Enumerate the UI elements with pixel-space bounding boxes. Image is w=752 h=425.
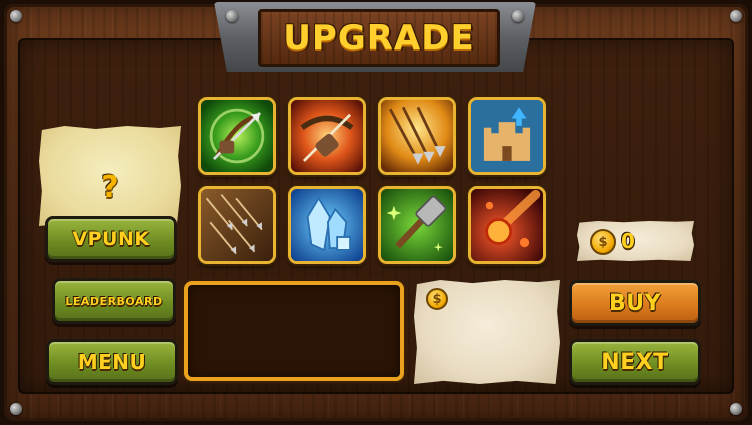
skill-slot-triple-arrow[interactable] (378, 97, 456, 175)
ice-crystal-icon (291, 189, 363, 261)
corner-bolt-icon (10, 403, 22, 415)
skill-slot-bow-shot[interactable] (198, 97, 276, 175)
title-bolt-icon (512, 10, 524, 22)
skill-description-box (184, 281, 404, 381)
next-button[interactable]: NEXT (569, 339, 701, 385)
leaderboard-button[interactable]: LEADERBOARD (52, 278, 176, 324)
skill-slot-ice-crystal[interactable] (288, 186, 366, 264)
arrow-rain-icon (201, 189, 273, 261)
corner-bolt-icon (10, 10, 22, 22)
corner-bolt-icon (730, 10, 742, 22)
vpunk-button[interactable]: VPUNK (45, 216, 177, 262)
menu-button-label: MENU (77, 350, 147, 374)
price-coin-icon: $ (426, 288, 448, 310)
skill-slot-castle-upgrade[interactable] (468, 97, 546, 175)
bow-shot-icon (201, 100, 273, 172)
crossbow-icon (291, 100, 363, 172)
title-bolt-icon (226, 10, 238, 22)
skill-slot-crossbow[interactable] (288, 97, 366, 175)
buy-button-label: BUY (608, 290, 662, 316)
skill-slot-hammer-repair[interactable] (378, 186, 456, 264)
coin-icon: $ (590, 229, 616, 255)
page-title: UPGRADE (283, 18, 475, 58)
hammer-repair-icon (381, 189, 453, 261)
menu-button[interactable]: MENU (46, 339, 178, 385)
coin-count: 0 (621, 229, 635, 253)
triple-arrow-icon (381, 100, 453, 172)
meteor-fire-icon (471, 189, 543, 261)
next-button-label: NEXT (601, 349, 669, 375)
question-mark: ? (101, 169, 119, 205)
skill-slot-arrow-rain[interactable] (198, 186, 276, 264)
corner-bolt-icon (730, 403, 742, 415)
skill-slot-meteor-fire[interactable] (468, 186, 546, 264)
leaderboard-button-label: LEADERBOARD (65, 294, 163, 308)
castle-upgrade-icon (471, 100, 543, 172)
buy-button[interactable]: BUY (569, 280, 701, 326)
title-banner: UPGRADE (258, 9, 500, 67)
vpunk-button-label: VPUNK (72, 228, 150, 250)
